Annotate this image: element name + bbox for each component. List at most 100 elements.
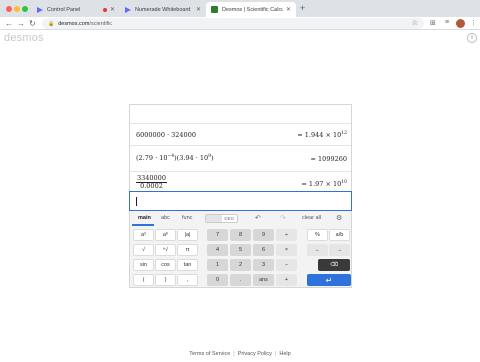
- fraction-key[interactable]: a/b: [329, 229, 350, 241]
- expr-part-a: (2.79 · 10: [136, 154, 168, 162]
- left-arrow-key[interactable]: ←: [307, 244, 328, 256]
- lock-icon: 🔒: [48, 20, 55, 27]
- multiply-key[interactable]: ×: [276, 244, 297, 256]
- expression-text: 6000000 · 324000: [136, 131, 196, 139]
- angle-mode-rad[interactable]: [206, 215, 222, 222]
- minimize-window-button[interactable]: [14, 6, 20, 12]
- result-exponent: 12: [341, 131, 347, 136]
- digit-1-key[interactable]: 1: [207, 259, 228, 271]
- maximize-window-button[interactable]: [22, 6, 28, 12]
- digit-7-key[interactable]: 7: [207, 229, 228, 241]
- comma-key[interactable]: ,: [177, 274, 198, 286]
- close-icon[interactable]: ✕: [196, 6, 201, 13]
- sqrt-key[interactable]: √: [133, 244, 154, 256]
- angle-mode-deg[interactable]: DEG: [222, 215, 238, 222]
- abs-key[interactable]: |a|: [177, 229, 198, 241]
- close-icon[interactable]: ✕: [110, 6, 115, 13]
- close-paren-key[interactable]: ): [155, 274, 176, 286]
- enter-key[interactable]: ↵: [307, 274, 351, 286]
- undo-icon[interactable]: ↶: [255, 214, 261, 222]
- tab-abc[interactable]: abc: [161, 215, 170, 221]
- clear-all-button[interactable]: clear all: [302, 215, 321, 221]
- expression-text: (2.79 · 10−4)(3.94 · 109): [136, 154, 214, 162]
- fraction-expression: 3340000 0.0002: [136, 175, 167, 190]
- backspace-key[interactable]: ⌫: [318, 259, 350, 271]
- reload-icon[interactable]: ↻: [29, 18, 36, 29]
- open-paren-key[interactable]: (: [133, 274, 154, 286]
- redo-icon[interactable]: ↷: [280, 214, 286, 222]
- digit-3-key[interactable]: 3: [253, 259, 274, 271]
- sin-key[interactable]: sin: [133, 259, 154, 271]
- digit-6-key[interactable]: 6: [253, 244, 274, 256]
- divide-key[interactable]: ÷: [276, 229, 297, 241]
- ans-key[interactable]: ans: [253, 274, 274, 286]
- tab-func[interactable]: func: [182, 215, 192, 221]
- digit-4-key[interactable]: 4: [207, 244, 228, 256]
- help-link[interactable]: Help: [279, 351, 290, 357]
- power-key[interactable]: aᵇ: [155, 229, 176, 241]
- menu-kebab-icon[interactable]: ⋮: [470, 19, 477, 27]
- privacy-policy-link[interactable]: Privacy Policy: [238, 351, 272, 357]
- avatar[interactable]: [456, 19, 465, 28]
- minus-key[interactable]: −: [276, 259, 297, 271]
- result-exponent: 10: [341, 180, 347, 185]
- browser-tab-bar: Control Panel ✕ Numerade Whiteboard ✕ De…: [0, 0, 480, 17]
- bookmark-star-icon[interactable]: ☆: [412, 19, 418, 27]
- percent-key[interactable]: %: [307, 229, 328, 241]
- play-triangle-icon: [125, 6, 131, 13]
- keypad: main abc func DEG ↶ ↷ clear all ⚙ a² aᵇ …: [129, 211, 352, 288]
- tab-main[interactable]: main: [138, 215, 151, 221]
- wrench-settings-icon[interactable]: ⚙: [336, 214, 342, 222]
- plus-key[interactable]: +: [276, 274, 297, 286]
- digit-5-key[interactable]: 5: [230, 244, 251, 256]
- digit-0-key[interactable]: 0: [207, 274, 228, 286]
- tab-numerade-whiteboard[interactable]: Numerade Whiteboard ✕: [120, 2, 206, 17]
- expression-input[interactable]: [129, 191, 352, 211]
- footer-separator: |: [233, 351, 235, 357]
- nth-root-key[interactable]: ⁿ√: [155, 244, 176, 256]
- url-host: desmos.com: [58, 20, 90, 27]
- expression-result: = 1099260: [310, 155, 347, 163]
- extensions-icon[interactable]: ⊞: [430, 19, 436, 27]
- decimal-key[interactable]: .: [230, 274, 251, 286]
- expression-result: = 1.944 × 1012: [297, 131, 347, 139]
- footer: Terms of Service | Privacy Policy | Help: [0, 351, 480, 357]
- fraction-denominator: 0.0002: [140, 182, 163, 190]
- footer-separator: |: [274, 351, 277, 357]
- expression-row-1[interactable]: 6000000 · 324000 = 1.944 × 1012: [130, 124, 351, 146]
- terms-of-service-link[interactable]: Terms of Service: [189, 351, 230, 357]
- close-icon[interactable]: ✕: [286, 6, 291, 13]
- empty-expression-row[interactable]: [130, 105, 351, 124]
- close-window-button[interactable]: [6, 6, 12, 12]
- desmos-favicon: [211, 6, 218, 13]
- expr-close-paren: ): [211, 154, 214, 162]
- address-bar[interactable]: 🔒 desmos.com/scientific ☆: [42, 18, 424, 29]
- expression-row-2[interactable]: (2.79 · 10−4)(3.94 · 109) = 1099260: [130, 146, 351, 172]
- expr-part-b: )(3.94 · 10: [174, 154, 209, 162]
- url-path: /scientific: [89, 20, 113, 27]
- result-mantissa: = 1.944 × 10: [297, 131, 342, 139]
- square-key[interactable]: a²: [133, 229, 154, 241]
- tan-key[interactable]: tan: [177, 259, 198, 271]
- browser-toolbar: ← → ↻ 🔒 desmos.com/scientific ☆ ⊞ ≡ ⋮: [0, 17, 480, 30]
- play-triangle-icon: [37, 6, 43, 13]
- expression-result: = 1.97 × 1010: [301, 180, 347, 188]
- text-caret: [136, 197, 137, 206]
- digit-9-key[interactable]: 9: [253, 229, 274, 241]
- cos-key[interactable]: cos: [155, 259, 176, 271]
- angle-mode-toggle[interactable]: DEG: [205, 214, 238, 223]
- tab-desmos[interactable]: Desmos | Scientific Calculator ✕: [206, 2, 296, 17]
- result-mantissa: = 1.97 × 10: [301, 180, 342, 188]
- back-arrow-icon[interactable]: ←: [5, 18, 13, 29]
- forward-arrow-icon[interactable]: →: [17, 18, 25, 29]
- digit-2-key[interactable]: 2: [230, 259, 251, 271]
- desmos-logo: desmos: [4, 32, 44, 44]
- pi-key[interactable]: π: [177, 244, 198, 256]
- digit-8-key[interactable]: 8: [230, 229, 251, 241]
- tab-control-panel[interactable]: Control Panel ✕: [32, 2, 120, 17]
- right-arrow-key[interactable]: →: [329, 244, 350, 256]
- fraction: 3340000 0.0002: [136, 175, 167, 190]
- new-tab-button[interactable]: +: [300, 3, 305, 13]
- reading-list-icon[interactable]: ≡: [445, 19, 449, 26]
- share-icon[interactable]: ⇧: [467, 33, 477, 43]
